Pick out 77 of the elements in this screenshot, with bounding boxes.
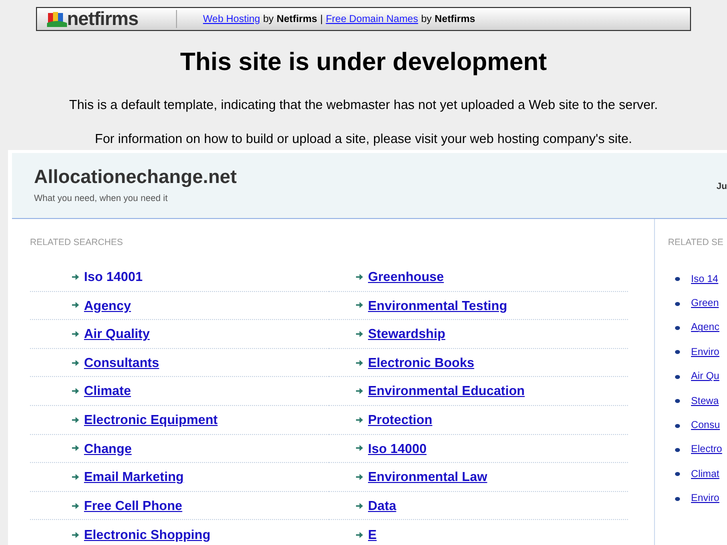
arrow-icon — [72, 388, 79, 394]
arrow-icon — [72, 502, 79, 509]
bullet-icon — [675, 277, 680, 282]
header-text: Ju — [716, 180, 727, 193]
logo-icon — [47, 11, 67, 27]
search-link[interactable]: Electro — [691, 442, 722, 458]
arrow-icon — [72, 330, 79, 337]
bullet-icon — [675, 374, 680, 379]
bullet-icon — [675, 350, 680, 354]
search-link[interactable]: Protection — [368, 410, 432, 430]
logo[interactable]: netfirms — [67, 10, 138, 28]
search-link[interactable]: Consultants — [84, 352, 160, 372]
bullet-icon — [675, 448, 680, 452]
arrow-icon — [72, 360, 79, 366]
page-heading: This site is under development — [179, 47, 548, 77]
search-link[interactable]: Climat — [691, 466, 720, 482]
search-link[interactable]: Air Qu — [691, 369, 720, 384]
arrow-icon — [356, 502, 363, 509]
paragraph: This is a default template, indicating that the webmaster has not yet uploaded a Web site to the server. — [68, 97, 659, 113]
bullet-icon — [675, 496, 680, 501]
search-link[interactable]: Green — [691, 296, 719, 312]
search-link[interactable]: Agenc — [691, 320, 720, 336]
search-link[interactable]: Environmental Education — [368, 381, 525, 401]
search-link[interactable]: Email Marketing — [84, 467, 184, 487]
arrow-icon — [356, 474, 363, 480]
search-link[interactable]: Iso 14000 — [368, 438, 427, 458]
arrow-icon — [72, 474, 79, 480]
arrow-icon — [72, 532, 79, 538]
arrow-icon — [356, 330, 363, 337]
search-link[interactable]: Air Quality — [84, 324, 150, 344]
search-link[interactable]: Environmental Law — [368, 467, 488, 487]
bullet-icon — [675, 424, 680, 428]
arrow-icon — [72, 302, 79, 308]
section-heading: RELATED SEARCHES — [30, 237, 124, 247]
paragraph: For information on how to build or upload a site, please visit your web hosting company's site. — [94, 131, 634, 147]
search-link[interactable]: Free Cell Phone — [84, 496, 182, 516]
bullet-icon — [675, 326, 680, 330]
link[interactable]: Free Domain Names — [326, 12, 418, 26]
separator-text: | — [320, 12, 323, 26]
site-title[interactable]: Allocationechange.net — [34, 166, 237, 190]
arrow-icon — [356, 274, 363, 280]
separator-text: by — [421, 12, 432, 26]
search-link[interactable]: Iso 14001 — [84, 267, 143, 287]
search-link[interactable]: Consu — [691, 418, 720, 434]
arrow-icon — [72, 445, 79, 452]
link[interactable]: Web Hosting — [203, 12, 260, 26]
arrow-icon — [356, 388, 363, 394]
search-link[interactable]: E — [368, 524, 377, 544]
tagline: What you need, when you need it — [34, 192, 169, 205]
arrow-icon — [356, 302, 363, 308]
search-link[interactable]: Stewa — [691, 394, 719, 409]
search-link[interactable]: Iso 14 — [691, 272, 718, 287]
arrow-icon — [356, 445, 363, 452]
section-heading: RELATED SE — [668, 237, 724, 247]
search-link[interactable]: Environmental Testing — [368, 296, 508, 316]
search-link[interactable]: Enviro — [691, 344, 720, 360]
separator-text: by — [263, 12, 274, 26]
brand-text: Netfirms — [276, 12, 318, 26]
arrow-icon — [356, 532, 363, 538]
bullet-icon — [675, 302, 680, 306]
search-link[interactable]: Electronic Books — [368, 352, 474, 372]
bullet-icon — [675, 399, 680, 404]
arrow-icon — [356, 360, 363, 366]
arrow-icon — [356, 416, 363, 423]
search-link[interactable]: Electronic Equipment — [84, 410, 218, 430]
search-link[interactable]: Greenhouse — [368, 267, 444, 287]
search-link[interactable]: Data — [368, 496, 396, 516]
search-link[interactable]: Climate — [84, 381, 131, 401]
brand-text: Netfirms — [434, 12, 476, 26]
search-link[interactable]: Agency — [84, 296, 131, 316]
search-link[interactable]: Change — [84, 438, 132, 458]
search-link[interactable]: Electronic Shopping — [84, 524, 210, 544]
search-link[interactable]: Enviro — [691, 491, 720, 506]
arrow-icon — [72, 274, 79, 280]
bullet-icon — [675, 472, 680, 476]
arrow-icon — [72, 416, 79, 423]
search-link[interactable]: Stewardship — [368, 324, 446, 344]
